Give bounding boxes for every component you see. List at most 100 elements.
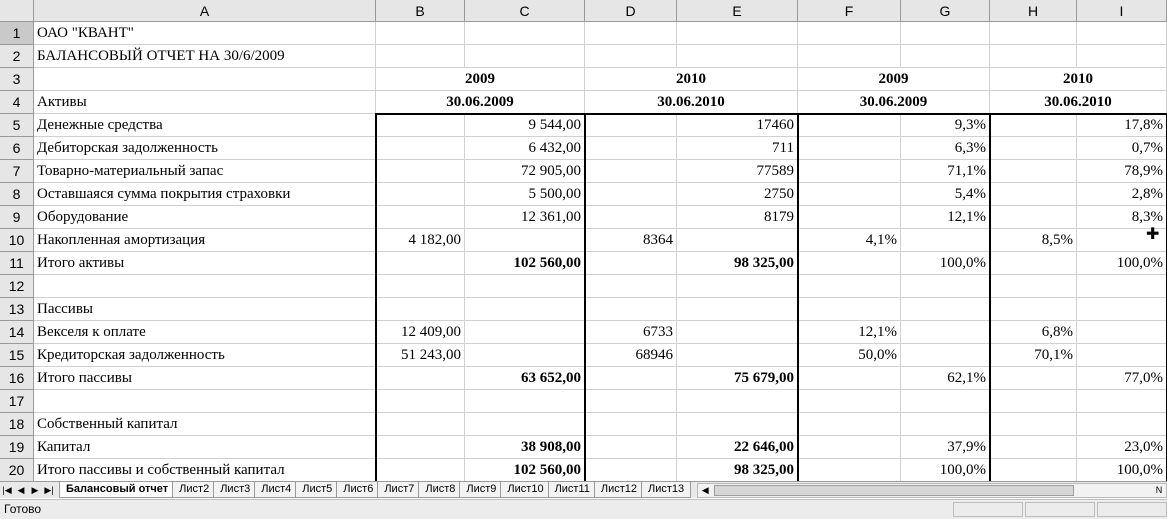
cell[interactable]: 70,1% [990, 344, 1077, 367]
cell[interactable]: 8364 [585, 229, 677, 252]
sheet-tab[interactable]: Лист6 [336, 482, 381, 498]
cell[interactable]: 2009 [376, 68, 585, 91]
cell[interactable] [585, 459, 677, 481]
cell[interactable]: 75 679,00 [677, 367, 798, 390]
row-header[interactable]: 12 [0, 275, 34, 298]
cell[interactable]: Оставшаяся сумма покрытия страховки [34, 183, 376, 206]
cell[interactable] [990, 298, 1077, 321]
tab-nav-button[interactable]: ▶| [42, 483, 56, 498]
cell[interactable] [376, 22, 465, 45]
cell[interactable] [990, 436, 1077, 459]
cell[interactable] [677, 229, 798, 252]
cell[interactable]: 51 243,00 [376, 344, 465, 367]
cell[interactable] [376, 137, 465, 160]
cell[interactable] [798, 206, 901, 229]
cell[interactable]: 2010 [990, 68, 1167, 91]
sheet-tab[interactable]: Лист12 [593, 482, 645, 498]
cell[interactable]: 12 409,00 [376, 321, 465, 344]
cell[interactable] [1077, 344, 1167, 367]
cell[interactable]: 22 646,00 [677, 436, 798, 459]
scroll-thumb[interactable] [714, 484, 1075, 496]
cell[interactable]: 37,9% [901, 436, 990, 459]
column-header[interactable]: E [677, 0, 798, 22]
cell[interactable] [901, 275, 990, 298]
cell[interactable]: Дебиторская задолженность [34, 137, 376, 160]
cell[interactable]: 4,1% [798, 229, 901, 252]
cell[interactable] [465, 298, 585, 321]
cell[interactable] [677, 275, 798, 298]
cell[interactable]: 102 560,00 [465, 459, 585, 481]
column-header[interactable]: C [465, 0, 585, 22]
cell[interactable]: 9,3% [901, 114, 990, 137]
cell[interactable] [376, 390, 465, 413]
row-header[interactable]: 5 [0, 114, 34, 137]
cell[interactable] [990, 252, 1077, 275]
sheet-tab[interactable]: Лист11 [547, 482, 597, 498]
cell[interactable] [1077, 298, 1167, 321]
row-header[interactable]: 1 [0, 22, 34, 45]
cell[interactable] [901, 45, 990, 68]
sheet-tab[interactable]: Лист13 [641, 482, 692, 498]
cell[interactable] [798, 137, 901, 160]
cell[interactable]: БАЛАНСОВЫЙ ОТЧЕТ НА 30/6/2009 [34, 45, 376, 68]
cell[interactable] [465, 275, 585, 298]
tab-nav-button[interactable]: ▶ [28, 483, 42, 498]
row-header[interactable]: 2 [0, 45, 34, 68]
cell[interactable]: 62,1% [901, 367, 990, 390]
row-header[interactable]: 19 [0, 436, 34, 459]
cell[interactable] [798, 367, 901, 390]
row-header[interactable]: 15 [0, 344, 34, 367]
cell[interactable] [901, 344, 990, 367]
cell[interactable]: 100,0% [1077, 459, 1167, 481]
row-header[interactable]: 11 [0, 252, 34, 275]
tab-nav-button[interactable]: |◀ [0, 483, 14, 498]
tab-nav-button[interactable]: ◀ [14, 483, 28, 498]
cell[interactable] [465, 229, 585, 252]
cell[interactable] [585, 114, 677, 137]
cell[interactable]: 12 361,00 [465, 206, 585, 229]
cell[interactable] [901, 22, 990, 45]
cell[interactable] [376, 275, 465, 298]
sheet-tab[interactable]: Лист10 [500, 482, 551, 498]
cell[interactable]: Товарно-материальный запас [34, 160, 376, 183]
cell[interactable]: 5,4% [901, 183, 990, 206]
sheet-tab[interactable]: Лист8 [418, 482, 463, 498]
cell[interactable] [901, 321, 990, 344]
cell[interactable] [585, 160, 677, 183]
cell[interactable]: 50,0% [798, 344, 901, 367]
cell[interactable]: 77589 [677, 160, 798, 183]
cell[interactable] [585, 206, 677, 229]
cell[interactable] [798, 298, 901, 321]
cell[interactable] [798, 459, 901, 481]
horizontal-scrollbar[interactable]: ◀ N [697, 482, 1167, 498]
cell[interactable] [585, 436, 677, 459]
cell[interactable]: 9 544,00 [465, 114, 585, 137]
cell[interactable] [798, 45, 901, 68]
cell[interactable] [376, 367, 465, 390]
cell[interactable]: 77,0% [1077, 367, 1167, 390]
cell[interactable] [1077, 275, 1167, 298]
cell[interactable] [677, 321, 798, 344]
cell[interactable]: 38 908,00 [465, 436, 585, 459]
cell[interactable]: 30.06.2010 [585, 91, 798, 114]
cell[interactable]: 711 [677, 137, 798, 160]
column-header[interactable]: H [990, 0, 1077, 22]
cell[interactable]: 8179 [677, 206, 798, 229]
cell[interactable] [376, 160, 465, 183]
cell[interactable]: 100,0% [901, 459, 990, 481]
cell[interactable] [585, 183, 677, 206]
cell[interactable] [585, 367, 677, 390]
cell[interactable]: 100,0% [1077, 252, 1167, 275]
cell[interactable] [798, 413, 901, 436]
cell[interactable]: 30.06.2009 [376, 91, 585, 114]
cell[interactable] [376, 45, 465, 68]
sheet-tab[interactable]: Лист4 [254, 482, 299, 498]
row-header[interactable]: 20 [0, 459, 34, 481]
cell[interactable] [465, 390, 585, 413]
cell[interactable] [798, 160, 901, 183]
cell[interactable] [376, 206, 465, 229]
cell[interactable] [376, 252, 465, 275]
column-header[interactable]: G [901, 0, 990, 22]
cell[interactable] [798, 22, 901, 45]
cell[interactable]: Активы [34, 91, 376, 114]
